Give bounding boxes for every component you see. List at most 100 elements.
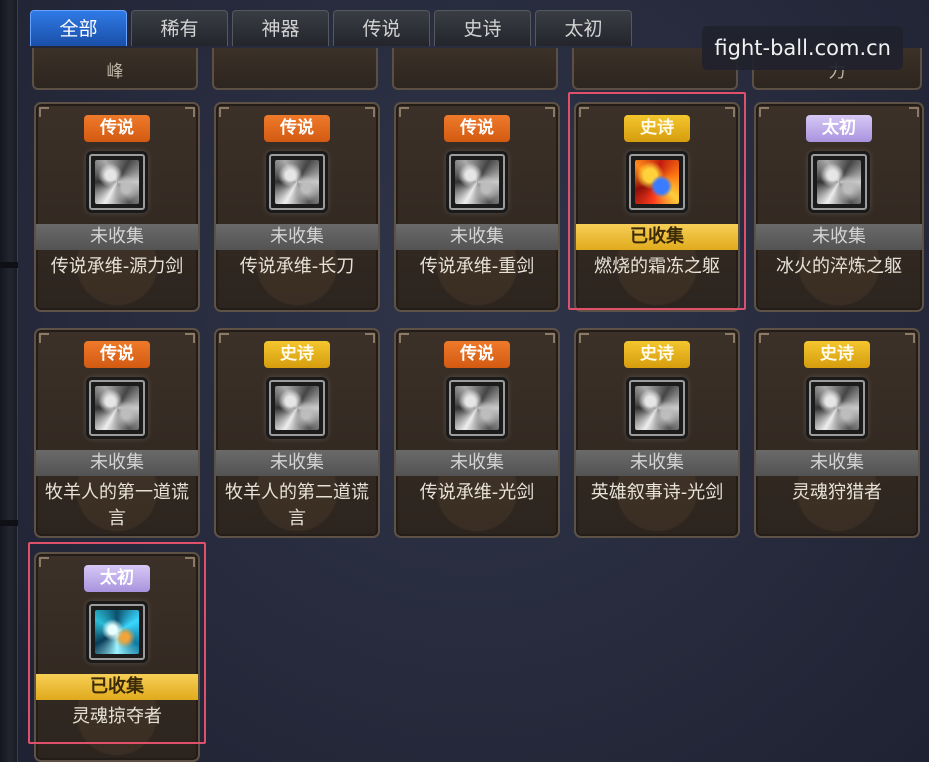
sidebar-notch [0,262,18,268]
item-name: 牧羊人的第一道谎言 [45,482,189,529]
collection-status: 未收集 [756,450,918,476]
item-name: 灵魂掠夺者 [72,706,162,727]
gray-armor-icon [817,160,861,204]
item-icon-slot[interactable] [89,154,145,210]
card-corner-ornament [725,333,735,343]
rarity-badge: 史诗 [264,341,330,368]
rarity-badge: 传说 [84,115,150,142]
rarity-badge: 史诗 [804,341,870,368]
sidebar-notch [0,520,18,526]
gray-sword-icon [95,160,139,204]
card-corner-ornament [365,333,375,343]
item-card[interactable]: 传说未收集传说承维-源力剑 [34,102,200,312]
rarity-badge: 太初 [806,115,872,142]
card-corner-ornament [39,333,49,343]
item-icon-slot[interactable] [629,380,685,436]
gray-blade-icon [275,160,319,204]
collection-status: 未收集 [396,224,558,250]
collection-panel: 全部 稀有 神器 传说 史诗 太初 峰 力 传说 未收集 传说承维-源力剑 传说 未收集… [18,0,929,762]
item-icon-slot[interactable] [449,154,505,210]
item-name: 传说承维-重剑 [419,256,535,277]
item-name: 传说承维-源力剑 [50,256,184,277]
item-icon-slot[interactable] [629,154,685,210]
item-card[interactable]: 传说未收集传说承维-重剑 [394,102,560,312]
item-name: 传说承维-长刀 [239,256,355,277]
tab-primal[interactable]: 太初 [535,10,632,46]
tab-epic[interactable]: 史诗 [434,10,531,46]
item-card[interactable]: 传说未收集牧羊人的第一道谎言 [34,328,200,538]
rarity-badge: 史诗 [624,115,690,142]
card-corner-ornament [185,557,195,567]
card-corner-ornament [399,107,409,117]
card-corner-ornament [219,333,229,343]
card-corner-ornament [365,107,375,117]
item-card[interactable]: 史诗 未收集 牧羊人的第二道谎言 [214,328,380,538]
rarity-tab-bar: 全部 稀有 神器 传说 史诗 太初 [30,10,632,46]
card-corner-ornament [219,107,229,117]
card-corner-ornament [545,107,555,117]
rarity-badge: 传说 [264,115,330,142]
tab-all[interactable]: 全部 [30,10,127,46]
rarity-badge: 太初 [84,565,150,592]
partial-card[interactable]: 峰 [32,48,198,90]
item-card[interactable]: 史诗已收集燃烧的霜冻之躯 [574,102,740,312]
card-corner-ornament [759,333,769,343]
item-icon-slot[interactable] [269,154,325,210]
ice-soul-icon [95,610,139,654]
partial-card[interactable] [392,48,558,90]
card-corner-ornament [579,107,589,117]
card-corner-ornament [185,333,195,343]
item-icon-slot[interactable] [809,380,865,436]
collection-status: 未收集 [576,450,738,476]
card-corner-ornament [545,333,555,343]
gray-skull-icon [95,386,139,430]
card-corner-ornament [725,107,735,117]
item-card[interactable]: 传说未收集传说承维-长刀 [214,102,380,312]
tab-artifact[interactable]: 神器 [232,10,329,46]
item-card[interactable]: 太初未收集冰火的淬炼之躯 [754,102,924,312]
card-corner-ornament [759,107,769,117]
partial-card-name: 峰 [106,62,124,82]
card-corner-ornament [39,107,49,117]
tab-rare[interactable]: 稀有 [131,10,228,46]
item-name: 牧羊人的第二道谎言 [225,482,369,529]
item-icon-slot[interactable] [449,380,505,436]
item-name: 英雄叙事诗-光剑 [590,482,724,503]
item-name: 冰火的淬炼之躯 [776,256,902,277]
item-icon-slot[interactable] [89,604,145,660]
gray-hunter-icon [815,386,859,430]
item-card[interactable]: 史诗未收集灵魂狩猎者 [754,328,920,538]
collection-status: 未收集 [36,450,198,476]
collection-status: 已收集 [36,674,198,700]
collection-status: 未收集 [756,224,922,250]
card-corner-ornament [399,333,409,343]
rarity-badge: 史诗 [624,341,690,368]
item-name: 燃烧的霜冻之躯 [594,256,720,277]
gray-lightsword-icon [455,386,499,430]
rarity-badge: 传说 [444,115,510,142]
rarity-badge: 传说 [84,341,150,368]
item-icon-slot[interactable] [269,380,325,436]
collection-status: 未收集 [36,224,198,250]
card-corner-ornament [39,557,49,567]
item-card[interactable]: 太初已收集灵魂掠夺者 [34,552,200,762]
item-name: 传说承维-光剑 [419,482,535,503]
gray-greatsword-icon [455,160,499,204]
watermark: fight-ball.com.cn [702,26,903,70]
card-corner-ornament [185,107,195,117]
left-sidebar-edge [0,0,18,762]
item-icon-slot[interactable] [811,154,867,210]
tab-legendary[interactable]: 传说 [333,10,430,46]
card-corner-ornament [909,107,919,117]
item-name: 灵魂狩猎者 [792,482,882,503]
collection-status: 未收集 [396,450,558,476]
collection-status: 已收集 [576,224,738,250]
card-corner-ornament [579,333,589,343]
item-card[interactable]: 传说 未收集 传说承维-光剑 [394,328,560,538]
gray-epic-sword-icon [635,386,679,430]
collection-status: 未收集 [216,224,378,250]
partial-card[interactable] [212,48,378,90]
fire-frost-icon [635,160,679,204]
item-card[interactable]: 史诗未收集英雄叙事诗-光剑 [574,328,740,538]
item-icon-slot[interactable] [89,380,145,436]
